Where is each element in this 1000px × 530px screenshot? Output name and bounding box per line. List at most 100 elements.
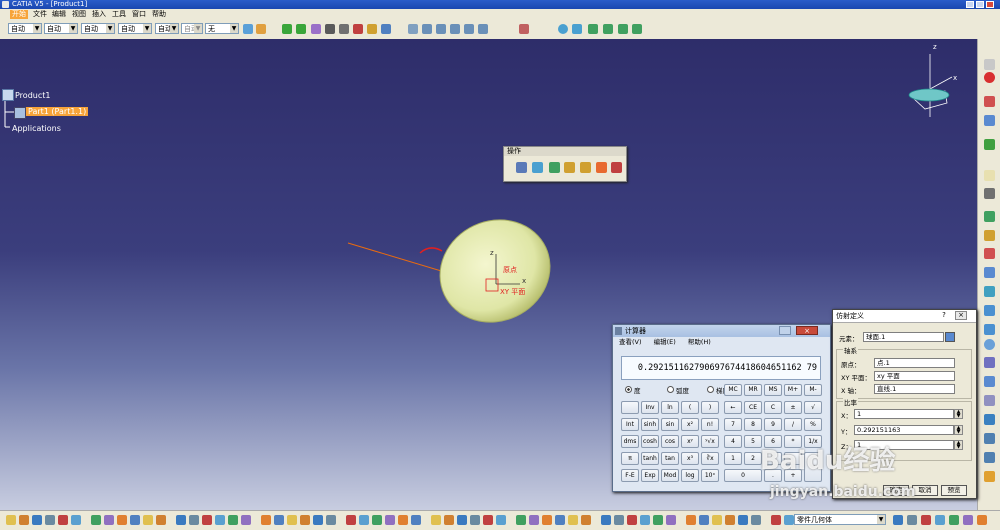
print-icon[interactable] [470, 515, 480, 525]
undo-icon[interactable] [104, 515, 114, 525]
compass-icon[interactable] [339, 24, 349, 34]
calc-key[interactable]: CE [744, 401, 762, 414]
print-icon[interactable] [189, 515, 199, 525]
cut-icon[interactable] [771, 515, 781, 525]
render-style-combo[interactable]: 无 ▼ [205, 23, 239, 34]
calc-key[interactable]: Mod [661, 469, 679, 482]
copy-icon[interactable] [640, 515, 650, 525]
healing-icon[interactable] [532, 162, 543, 173]
copy-icon[interactable] [496, 515, 506, 525]
save-icon[interactable] [32, 515, 42, 525]
calc-key[interactable]: ∛x [701, 452, 719, 465]
help-button[interactable]: ? [939, 311, 949, 320]
redo-icon[interactable] [117, 515, 127, 525]
move-icon[interactable] [296, 24, 306, 34]
toolbar-icon[interactable] [984, 211, 995, 222]
layer-combo[interactable]: 自动 ▼ [181, 23, 203, 34]
print-icon[interactable] [751, 515, 761, 525]
new-icon[interactable] [712, 515, 722, 525]
help-icon[interactable] [411, 515, 421, 525]
calc-key[interactable]: n! [701, 418, 719, 431]
toolbar-icon[interactable] [984, 248, 995, 259]
x-ratio-field[interactable]: 1 [854, 409, 954, 419]
cut-icon[interactable] [907, 515, 917, 525]
print-icon[interactable] [614, 515, 624, 525]
untrim-icon[interactable] [549, 162, 560, 173]
calc-key[interactable]: 7 [724, 418, 742, 431]
paste-icon[interactable] [516, 515, 526, 525]
z-ratio-spinner[interactable]: ▲ ▼ [954, 440, 963, 450]
calc-key[interactable]: ) [701, 401, 719, 414]
calc-key[interactable]: 0 [724, 469, 762, 482]
calc-key[interactable]: x² [681, 418, 699, 431]
toolbar-icon[interactable] [984, 267, 995, 278]
part-icon[interactable] [14, 107, 26, 119]
calc-key[interactable]: √ [804, 401, 822, 414]
help-icon[interactable] [699, 515, 709, 525]
minimize-button[interactable] [779, 326, 791, 335]
calc-key[interactable]: dms [621, 435, 639, 448]
y-ratio-field[interactable]: 0.292151163 [854, 425, 954, 435]
extract-icon[interactable] [580, 162, 591, 173]
calc-key[interactable]: sin [661, 418, 679, 431]
element-picker-icon[interactable] [945, 332, 955, 342]
shading-icon[interactable] [632, 24, 642, 34]
open-icon[interactable] [19, 515, 29, 525]
menu-file[interactable]: 文件 [33, 10, 47, 19]
toolbar-icon[interactable] [984, 286, 995, 297]
toolbar-icon[interactable] [984, 139, 995, 150]
move-icon[interactable] [282, 24, 292, 34]
origin-field[interactable]: 点.1 [874, 358, 955, 368]
calc-key[interactable]: sinh [641, 418, 659, 431]
undo-icon[interactable] [529, 515, 539, 525]
cut-icon[interactable] [346, 515, 356, 525]
calc-key[interactable]: C [764, 401, 782, 414]
calc-key[interactable]: tan [661, 452, 679, 465]
stop-icon[interactable] [984, 72, 995, 83]
calc-key[interactable]: Int [621, 418, 639, 431]
redo-icon[interactable] [686, 515, 696, 525]
calc-key[interactable]: π [621, 452, 639, 465]
calc-key[interactable]: ← [724, 401, 742, 414]
menu-start[interactable]: 开始 [10, 10, 28, 19]
catalog-icon[interactable] [519, 24, 529, 34]
sphere-surface[interactable] [423, 202, 567, 340]
calc-key[interactable]: cosh [641, 435, 659, 448]
toolbar-icon[interactable] [984, 324, 995, 335]
help-icon[interactable] [274, 515, 284, 525]
calc-key[interactable]: 8 [744, 418, 762, 431]
fit-all-icon[interactable] [572, 24, 582, 34]
save-icon[interactable] [176, 515, 186, 525]
save-icon[interactable] [738, 515, 748, 525]
sphere-icon[interactable] [984, 339, 995, 350]
calc-key[interactable]: 4 [724, 435, 742, 448]
calc-key[interactable]: log [681, 469, 699, 482]
m-plus-button[interactable]: M+ [784, 384, 802, 396]
calc-key[interactable]: tanh [641, 452, 659, 465]
copy-icon[interactable] [921, 515, 931, 525]
mr-button[interactable]: MR [744, 384, 762, 396]
m-minus-button[interactable]: M- [804, 384, 822, 396]
y-ratio-spinner[interactable]: ▲ ▼ [954, 425, 963, 435]
menu-insert[interactable]: 插入 [92, 10, 106, 19]
open-icon[interactable] [156, 515, 166, 525]
radio-degrees[interactable] [625, 386, 632, 393]
undo-icon[interactable] [385, 515, 395, 525]
transparency-combo[interactable]: 自动 ▼ [44, 23, 78, 34]
shading-icon[interactable] [618, 24, 628, 34]
grid-icon[interactable] [408, 24, 418, 34]
tree-item-part[interactable]: Part1 (Part1.1) [26, 107, 89, 116]
menu-window[interactable]: 窗口 [132, 10, 146, 19]
calc-key[interactable]: xʸ [681, 435, 699, 448]
calc-key[interactable]: 9 [764, 418, 782, 431]
fillet-icon[interactable] [596, 162, 607, 173]
toolbar-icon[interactable] [984, 96, 995, 107]
print-icon[interactable] [326, 515, 336, 525]
close-button[interactable]: × [796, 326, 818, 335]
join-icon[interactable] [516, 162, 527, 173]
help-icon[interactable] [977, 515, 987, 525]
preview-button[interactable]: 预览 [941, 485, 967, 496]
shading-icon[interactable] [588, 24, 598, 34]
calc-key[interactable]: Inv [641, 401, 659, 414]
product-icon[interactable] [2, 89, 14, 101]
